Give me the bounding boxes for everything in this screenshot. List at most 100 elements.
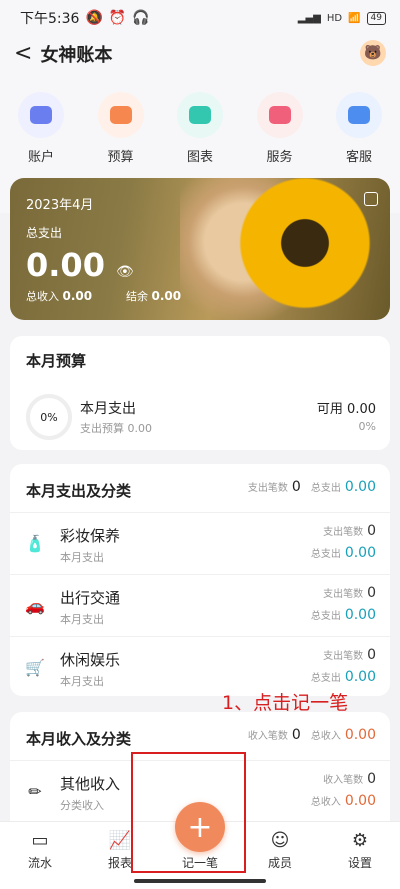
quick-action-label: 预算: [107, 150, 134, 165]
quick-action-label: 服务: [266, 150, 293, 165]
sunflower-photo: [230, 178, 380, 318]
category-icon: ✏: [28, 782, 42, 801]
balance-summary: 结余 0.00: [126, 288, 181, 304]
signal-icon: ▂▄▆: [297, 12, 321, 24]
eye-icon[interactable]: 👁: [116, 264, 134, 280]
category-total-line: 总收入 0.00: [311, 793, 376, 809]
status-time: 下午5:36: [20, 11, 80, 27]
category-icon: 🛒: [25, 658, 45, 677]
expense-count: 0: [291, 479, 301, 495]
summary-month[interactable]: 2023年4月: [26, 194, 93, 213]
category-count: 0: [367, 647, 376, 663]
expense-header: 本月支出及分类 支出笔数 0 总支出 0.00: [10, 464, 390, 512]
category-total: 0.00: [344, 793, 376, 809]
alarm-icon: ⏰: [108, 10, 127, 26]
income-stats: 收入笔数 0 总收入 0.00: [248, 727, 376, 743]
expense-total: 0.00: [344, 479, 376, 495]
category-count-label: 收入笔数: [323, 775, 364, 786]
back-icon[interactable]: <: [14, 43, 32, 65]
category-total-label: 总支出: [310, 549, 341, 560]
category-name: 休闲娱乐: [60, 651, 121, 669]
category-count: 0: [367, 771, 376, 787]
income-summary: 总收入 0.00: [26, 288, 92, 304]
quick-action-label: 客服: [345, 150, 372, 165]
category-name: 出行交通: [60, 589, 121, 607]
category-name: 彩妆保养: [60, 527, 121, 545]
settings-icon: ⚙: [351, 830, 369, 851]
category-count: 0: [367, 585, 376, 601]
members-icon: ☺: [270, 830, 290, 851]
category-sub: 本月支出: [60, 675, 104, 688]
flow-icon: ▭: [31, 830, 49, 851]
expense-stats: 支出笔数 0 总支出 0.00: [248, 479, 376, 495]
account-icon: [18, 92, 64, 138]
category-sub: 本月支出: [60, 613, 104, 626]
budget-card[interactable]: 本月预算 0% 本月支出 支出预算 0.00 可用 0.00 0%: [10, 336, 390, 450]
category-count-label: 支出笔数: [323, 589, 364, 600]
tab-label: 设置: [347, 856, 372, 870]
category-total-line: 总支出 0.00: [311, 607, 376, 623]
category-total-label: 总支出: [310, 611, 341, 622]
category-row[interactable]: 🧴 彩妆保养 本月支出 支出笔数 0 总支出 0.00: [10, 512, 390, 574]
report-icon: 📈: [108, 830, 132, 851]
budget-title: 本月预算: [26, 352, 87, 370]
category-count-label: 支出笔数: [323, 651, 364, 662]
battery-icon: 49: [366, 11, 386, 25]
tab-flow[interactable]: ▭ 流水: [10, 831, 70, 871]
tab-label: 流水: [27, 856, 52, 870]
budget-available: 可用 0.00: [316, 402, 376, 417]
income-total: 0.00: [344, 727, 376, 743]
category-total-line: 总支出 0.00: [311, 545, 376, 561]
category-count-line: 收入笔数 0: [323, 771, 376, 787]
income-label: 总收入: [26, 290, 59, 303]
income-count: 0: [291, 727, 301, 743]
tab-label: 成员: [267, 856, 292, 870]
budget-ring: 0%: [26, 394, 72, 440]
category-sub: 本月支出: [60, 551, 104, 564]
category-icon: 🚗: [25, 596, 45, 615]
category-count-line: 支出笔数 0: [323, 523, 376, 539]
category-total: 0.00: [344, 607, 376, 623]
category-row[interactable]: 🚗 出行交通 本月支出 支出笔数 0 总支出 0.00: [10, 574, 390, 636]
category-sub: 分类收入: [60, 799, 104, 812]
expense-title: 本月支出及分类: [26, 482, 132, 500]
category-count-line: 支出笔数 0: [323, 647, 376, 663]
wifi-icon: 📶: [348, 12, 361, 24]
category-total-label: 总收入: [310, 797, 341, 808]
budget-pct: 0%: [358, 420, 376, 433]
quick-action-label: 账户: [27, 150, 54, 165]
category-name: 其他收入: [60, 775, 121, 793]
category-count: 0: [367, 523, 376, 539]
tab-label: 报表: [107, 856, 132, 870]
balance-label: 结余: [126, 290, 148, 303]
category-total: 0.00: [344, 669, 376, 685]
expense-card: 本月支出及分类 支出笔数 0 总支出 0.00 🧴 彩妆保养 本月支出 支出笔数…: [10, 464, 390, 696]
app-header: < 女神账本 🐻: [0, 36, 400, 72]
budget-name: 本月支出: [80, 401, 136, 417]
page-title: 女神账本: [40, 45, 113, 66]
network-label: HD: [326, 12, 343, 24]
income-title: 本月收入及分类: [26, 730, 132, 748]
tab-members[interactable]: ☺ 成员: [250, 831, 310, 871]
income-value: 0.00: [62, 289, 93, 303]
mute-icon: 🔕: [85, 10, 103, 26]
category-icon: 🧴: [25, 534, 45, 553]
annotation-highlight-box: [131, 752, 246, 873]
annotation-text: 1、点击记一笔: [222, 692, 349, 714]
category-total-label: 总支出: [310, 673, 341, 684]
avatar[interactable]: 🐻: [360, 40, 386, 66]
headphones-icon: 🎧: [132, 10, 150, 26]
edit-background-icon[interactable]: [364, 192, 378, 206]
spend-value: 0.00: [26, 246, 105, 284]
category-count-line: 支出笔数 0: [323, 585, 376, 601]
category-count-label: 支出笔数: [323, 527, 364, 538]
tab-settings[interactable]: ⚙ 设置: [330, 831, 390, 871]
summary-card[interactable]: 2023年4月 总支出 0.00 👁 总收入 0.00 结余 0.00: [10, 178, 390, 320]
spend-label: 总支出: [26, 226, 63, 240]
income-total-label: 总收入: [310, 731, 341, 742]
budget-sub: 支出预算 0.00: [80, 422, 152, 435]
category-total-line: 总支出 0.00: [311, 669, 376, 685]
category-total: 0.00: [344, 545, 376, 561]
budget-icon: [97, 92, 144, 138]
expense-total-label: 总支出: [310, 483, 341, 494]
